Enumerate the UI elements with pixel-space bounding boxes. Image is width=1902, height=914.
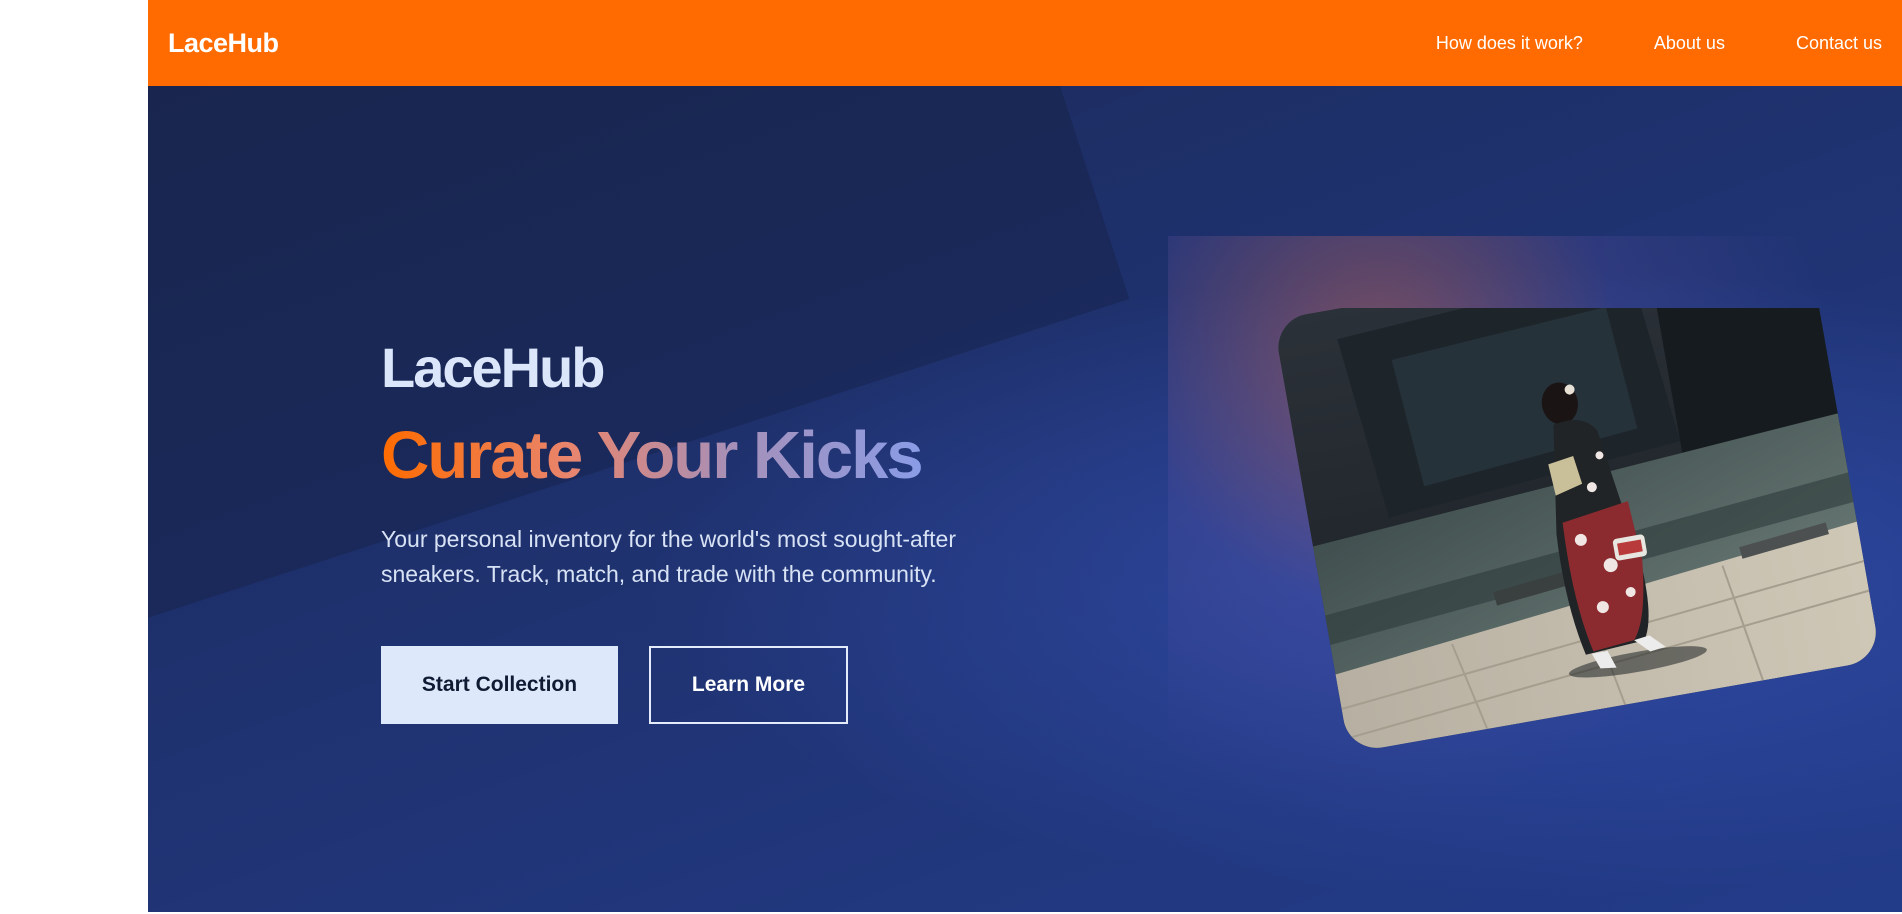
learn-more-button[interactable]: Learn More xyxy=(649,646,848,724)
hero-description-line-2: sneakers. Track, match, and trade with t… xyxy=(381,561,937,587)
hero-description-line-1: Your personal inventory for the world's … xyxy=(381,526,956,552)
hero-description: Your personal inventory for the world's … xyxy=(381,522,1041,592)
hero-image xyxy=(1138,308,1902,912)
hero-content: LaceHub Curate Your Kicks Your personal … xyxy=(381,336,1081,724)
page: LaceHub How does it work? About us Conta… xyxy=(148,0,1902,912)
nav-links: How does it work? About us Contact us xyxy=(1365,33,1882,54)
top-navbar: LaceHub How does it work? About us Conta… xyxy=(148,0,1902,86)
nav-link-contact-us[interactable]: Contact us xyxy=(1796,33,1882,54)
hero-brand-title: LaceHub xyxy=(381,336,606,399)
nav-link-about-us[interactable]: About us xyxy=(1654,33,1725,54)
nav-link-how-it-works[interactable]: How does it work? xyxy=(1436,33,1583,54)
hero-buttons: Start Collection Learn More xyxy=(381,646,1081,724)
hero-tagline: Curate Your Kicks xyxy=(381,418,924,493)
start-collection-button[interactable]: Start Collection xyxy=(381,646,618,724)
kimono-woman-photo xyxy=(1273,308,1882,754)
brand-logo-link[interactable]: LaceHub xyxy=(168,28,279,59)
hero-section: LaceHub Curate Your Kicks Your personal … xyxy=(148,86,1902,912)
